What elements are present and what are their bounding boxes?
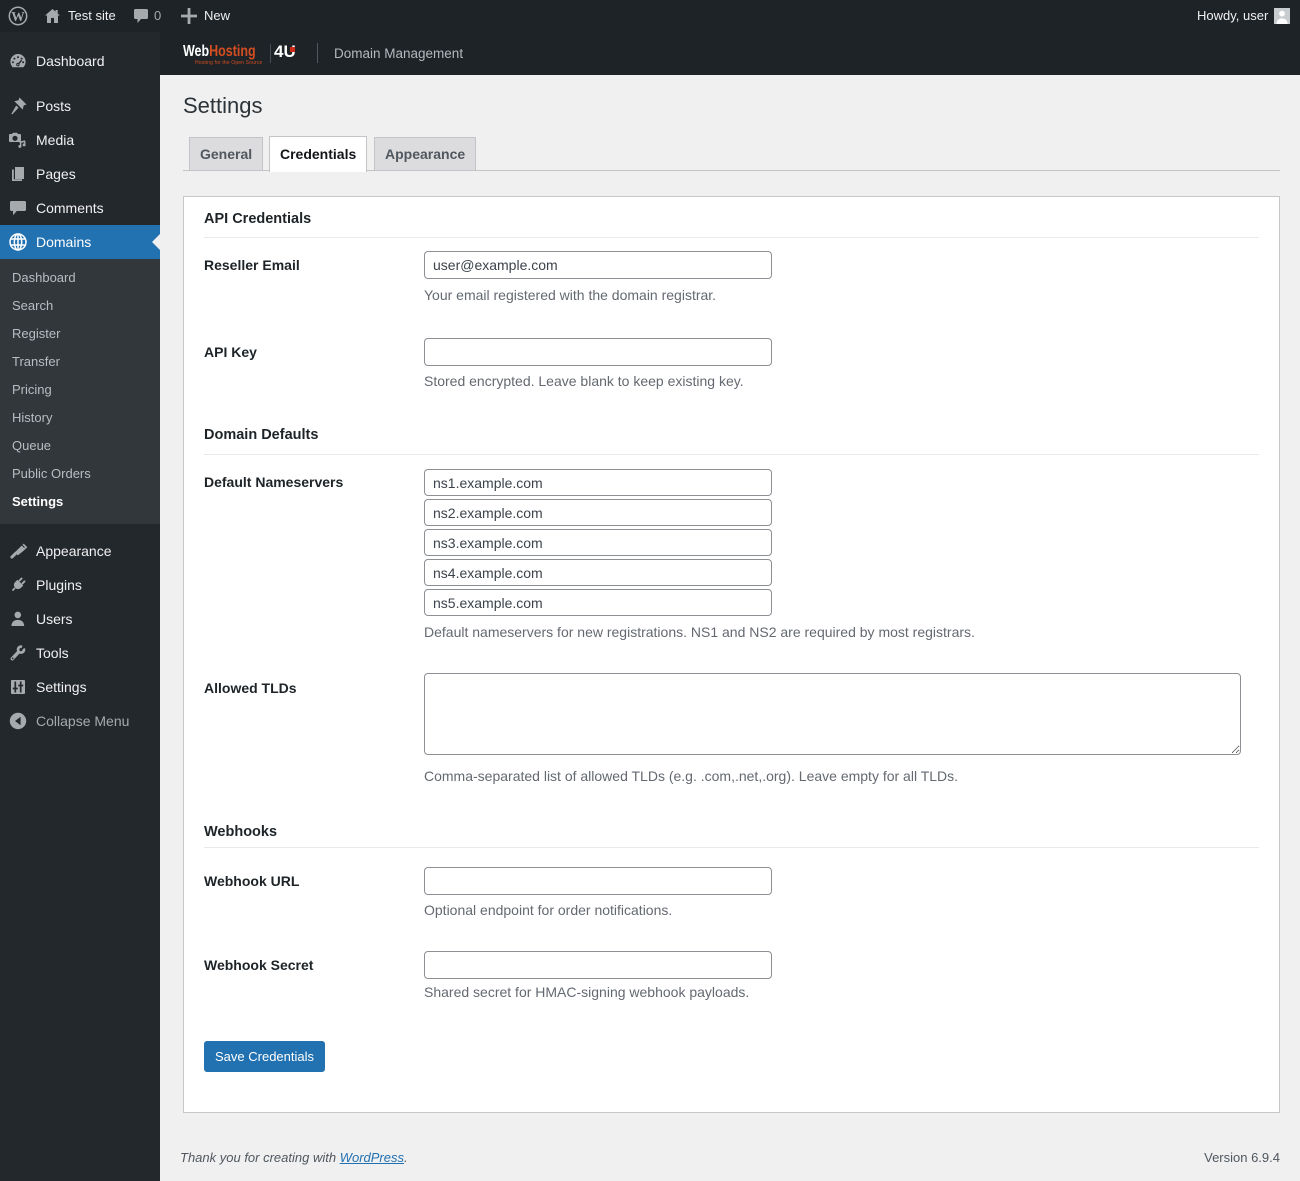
svg-text:W: W [11,9,25,24]
